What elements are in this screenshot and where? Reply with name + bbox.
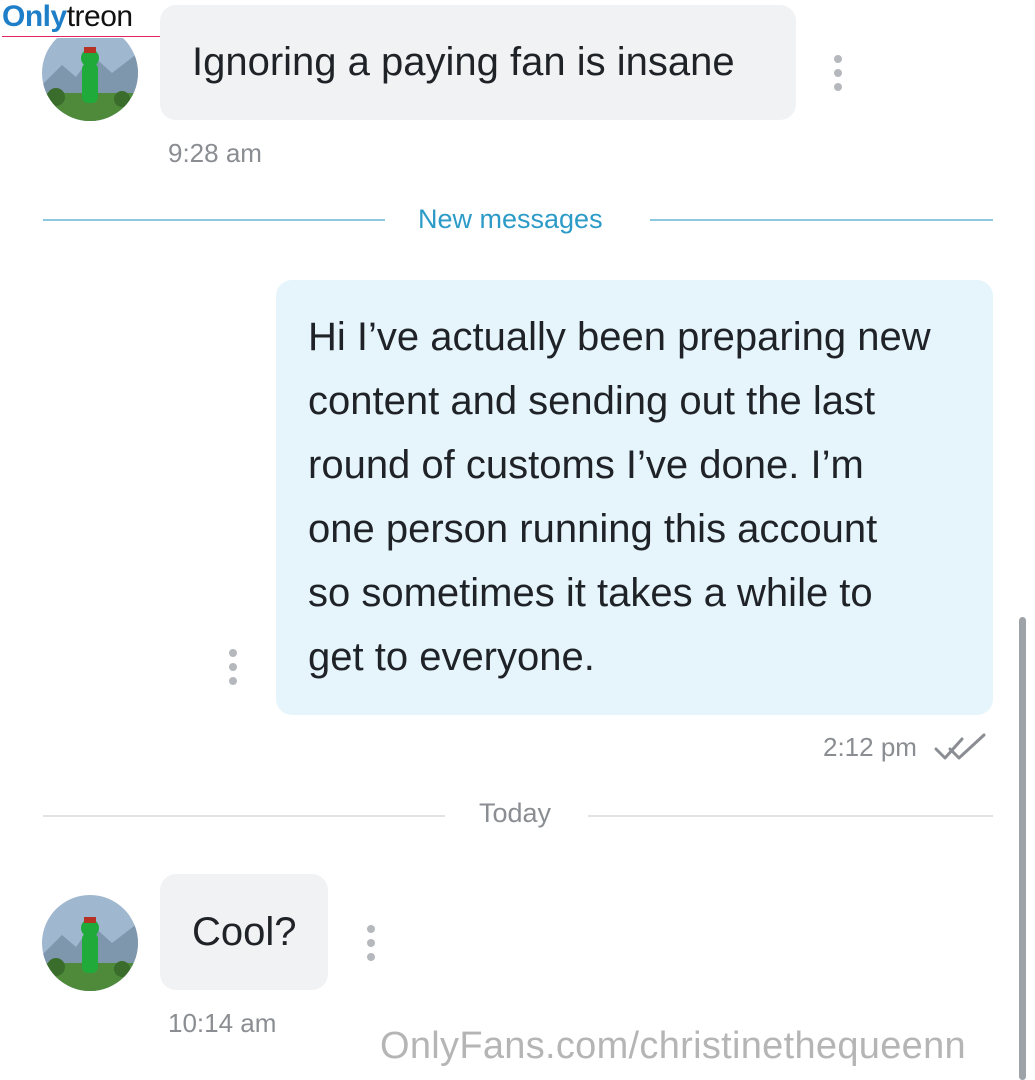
new-messages-divider-line <box>43 219 385 221</box>
today-divider-label: Today <box>479 798 552 828</box>
new-messages-divider-line <box>650 219 993 221</box>
message-timestamp: 2:12 pm <box>823 732 917 762</box>
sender-avatar[interactable] <box>42 895 138 991</box>
message-text-line: content and sending out the last <box>308 379 876 423</box>
message-bubble-outgoing[interactable]: Hi I’ve actually been preparing new cont… <box>276 280 993 715</box>
message-text-line: Hi I’ve actually been preparing new <box>308 315 931 359</box>
message-timestamp: 10:14 am <box>168 1008 277 1038</box>
watermark-logo-thin: treon <box>66 0 133 33</box>
watermark-logo-bold: Only <box>2 0 67 33</box>
today-divider-line <box>43 815 445 817</box>
more-vertical-icon[interactable] <box>228 649 238 685</box>
watermark-logo: Onlytreon <box>0 0 160 38</box>
today-divider-line <box>588 815 993 817</box>
message-text: Cool? <box>192 910 297 954</box>
sender-avatar[interactable] <box>42 25 138 121</box>
message-text-line: so sometimes it takes a while to <box>308 571 873 615</box>
message-timestamp: 9:28 am <box>168 138 262 168</box>
more-vertical-icon[interactable] <box>366 925 376 961</box>
watermark-underline <box>2 36 160 37</box>
double-check-icon <box>934 733 986 760</box>
message-text-line: round of customs I’ve done. I’m <box>308 443 864 487</box>
new-messages-divider-label: New messages <box>418 204 603 234</box>
watermark-url: OnlyFans.com/christinethequeenn <box>380 1025 966 1067</box>
message-text-line: one person running this account <box>308 507 878 551</box>
message-bubble-incoming[interactable]: Ignoring a paying fan is insane <box>160 5 796 120</box>
scrollbar-thumb[interactable] <box>1019 617 1026 1080</box>
message-text: Ignoring a paying fan is insane <box>192 40 735 84</box>
message-bubble-incoming[interactable]: Cool? <box>160 874 328 990</box>
message-text-line: get to everyone. <box>308 635 595 679</box>
more-vertical-icon[interactable] <box>833 55 843 91</box>
